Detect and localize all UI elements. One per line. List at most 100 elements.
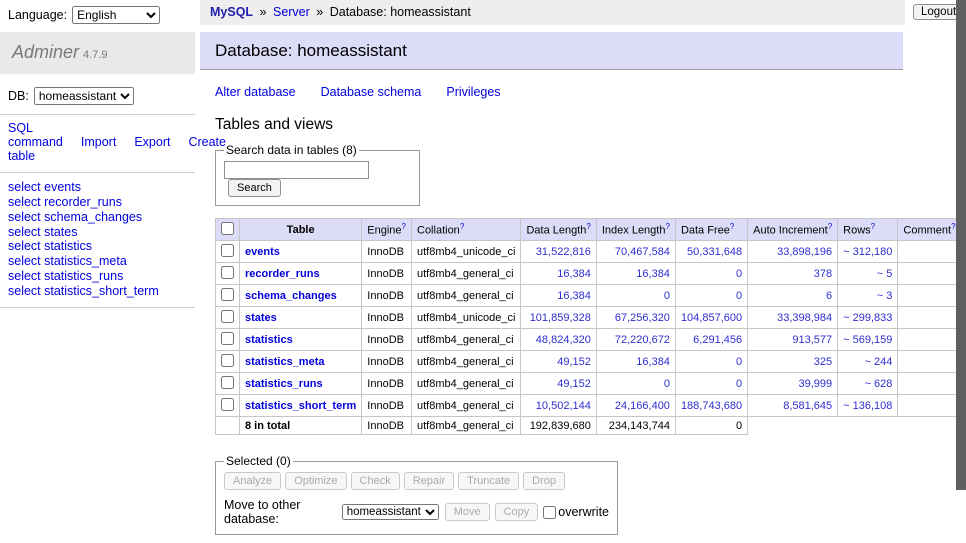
data-free-cell: 0: [675, 263, 747, 285]
sidebar-item-select-schema-changes[interactable]: select schema_changes: [8, 210, 187, 225]
row-checkbox-cell: [216, 263, 240, 285]
rows-cell: ~ 5: [838, 263, 898, 285]
rows-cell: ~ 136,108: [838, 395, 898, 417]
table-link-events[interactable]: events: [245, 246, 280, 258]
overwrite-checkbox[interactable]: [543, 506, 556, 519]
scrollbar-track[interactable]: [956, 0, 966, 543]
total-engine-cell: InnoDB: [362, 417, 412, 435]
repair-button[interactable]: Repair: [404, 472, 454, 490]
table-link-recorder-runs[interactable]: recorder_runs: [245, 268, 320, 280]
collation-cell: utf8mb4_unicode_ci: [412, 307, 521, 329]
row-checkbox[interactable]: [221, 244, 234, 257]
row-checkbox[interactable]: [221, 266, 234, 279]
optimize-button[interactable]: Optimize: [285, 472, 346, 490]
index-length-cell: 0: [596, 373, 675, 395]
auto-increment-cell: 6: [748, 285, 838, 307]
breadcrumb-mysql-link[interactable]: MySQL: [210, 5, 253, 19]
help-link[interactable]: ?: [828, 222, 832, 231]
move-database-select[interactable]: homeassistant: [342, 504, 439, 520]
row-checkbox[interactable]: [221, 354, 234, 367]
sidebar-item-select-statistics-runs[interactable]: select statistics_runs: [8, 269, 187, 284]
table-row: statesInnoDButf8mb4_unicode_ci101,859,32…: [216, 307, 962, 329]
row-checkbox-cell: [216, 351, 240, 373]
table-row: recorder_runsInnoDButf8mb4_general_ci16,…: [216, 263, 962, 285]
row-checkbox[interactable]: [221, 310, 234, 323]
total-data-free-cell: 0: [675, 417, 747, 435]
help-link[interactable]: ?: [951, 222, 955, 231]
table-link-schema-changes[interactable]: schema_changes: [245, 290, 337, 302]
sidebar-action-export[interactable]: Export: [134, 135, 170, 149]
collation-cell: utf8mb4_general_ci: [412, 329, 521, 351]
table-header-row: TableEngine?Collation?Data Length?Index …: [216, 219, 962, 241]
tables-heading: Tables and views: [215, 116, 966, 134]
db-select[interactable]: homeassistant: [34, 87, 134, 105]
auto-increment-cell: 913,577: [748, 329, 838, 351]
sidebar-divider: [0, 114, 195, 115]
auto-increment-cell: 33,898,196: [748, 241, 838, 263]
rows-cell: ~ 299,833: [838, 307, 898, 329]
search-fieldset: Search data in tables (8) Search: [215, 143, 420, 206]
help-link[interactable]: ?: [586, 222, 590, 231]
sidebar-action-import[interactable]: Import: [81, 135, 116, 149]
analyze-button[interactable]: Analyze: [224, 472, 281, 490]
index-length-cell: 16,384: [596, 263, 675, 285]
table-link-statistics[interactable]: statistics: [245, 334, 293, 346]
engine-cell: InnoDB: [362, 285, 412, 307]
total-row: 8 in totalInnoDButf8mb4_general_ci192,83…: [216, 417, 962, 435]
language-select[interactable]: English: [72, 6, 160, 24]
auto-increment-cell: 8,581,645: [748, 395, 838, 417]
sidebar-item-select-statistics-short-term[interactable]: select statistics_short_term: [8, 284, 187, 299]
collation-cell: utf8mb4_general_ci: [412, 373, 521, 395]
sidebar-item-select-statistics[interactable]: select statistics: [8, 239, 187, 254]
table-link-statistics-meta[interactable]: statistics_meta: [245, 356, 325, 368]
select-all-checkbox[interactable]: [221, 222, 234, 235]
collation-cell: utf8mb4_general_ci: [412, 351, 521, 373]
column-header-table: Table: [240, 219, 362, 241]
copy-button[interactable]: Copy: [495, 503, 539, 521]
sidebar-divider: [0, 307, 195, 308]
database-link-database-schema[interactable]: Database schema: [321, 85, 422, 99]
drop-button[interactable]: Drop: [523, 472, 565, 490]
rows-cell: ~ 312,180: [838, 241, 898, 263]
database-link-privileges[interactable]: Privileges: [446, 85, 500, 99]
engine-cell: InnoDB: [362, 395, 412, 417]
row-checkbox[interactable]: [221, 332, 234, 345]
row-checkbox-cell: [216, 329, 240, 351]
table-name-cell: statistics: [240, 329, 362, 351]
auto-increment-cell: 33,398,984: [748, 307, 838, 329]
help-link[interactable]: ?: [665, 222, 669, 231]
help-link[interactable]: ?: [402, 222, 406, 231]
sidebar-item-select-events[interactable]: select events: [8, 180, 187, 195]
breadcrumb-server-link[interactable]: Server: [273, 5, 310, 19]
table-row: eventsInnoDButf8mb4_unicode_ci31,522,816…: [216, 241, 962, 263]
search-button[interactable]: Search: [228, 179, 281, 197]
row-checkbox[interactable]: [221, 398, 234, 411]
database-link-alter-database[interactable]: Alter database: [215, 85, 296, 99]
sidebar-divider: [0, 172, 195, 173]
sidebar-action-sql-command[interactable]: SQL command: [8, 121, 63, 149]
column-header-comment: Comment?: [898, 219, 961, 241]
scrollbar-thumb[interactable]: [956, 0, 966, 490]
table-link-statistics-runs[interactable]: statistics_runs: [245, 378, 323, 390]
sidebar-item-select-recorder-runs[interactable]: select recorder_runs: [8, 195, 187, 210]
move-button[interactable]: Move: [445, 503, 490, 521]
search-input[interactable]: [224, 161, 369, 179]
column-header-collation: Collation?: [412, 219, 521, 241]
row-checkbox[interactable]: [221, 376, 234, 389]
help-link[interactable]: ?: [871, 222, 875, 231]
table-link-statistics-short-term[interactable]: statistics_short_term: [245, 400, 356, 412]
truncate-button[interactable]: Truncate: [458, 472, 519, 490]
check-button[interactable]: Check: [351, 472, 400, 490]
help-link[interactable]: ?: [730, 222, 734, 231]
total-empty-cell: [216, 417, 240, 435]
sidebar-item-select-states[interactable]: select states: [8, 225, 187, 240]
table-link-states[interactable]: states: [245, 312, 277, 324]
collation-cell: utf8mb4_general_ci: [412, 263, 521, 285]
sidebar-item-select-statistics-meta[interactable]: select statistics_meta: [8, 254, 187, 269]
adminer-version: 4.7.9: [83, 49, 107, 61]
content: Alter databaseDatabase schemaPrivileges …: [200, 85, 966, 543]
row-checkbox[interactable]: [221, 288, 234, 301]
help-link[interactable]: ?: [460, 222, 464, 231]
data-free-cell: 50,331,648: [675, 241, 747, 263]
table-name-cell: schema_changes: [240, 285, 362, 307]
